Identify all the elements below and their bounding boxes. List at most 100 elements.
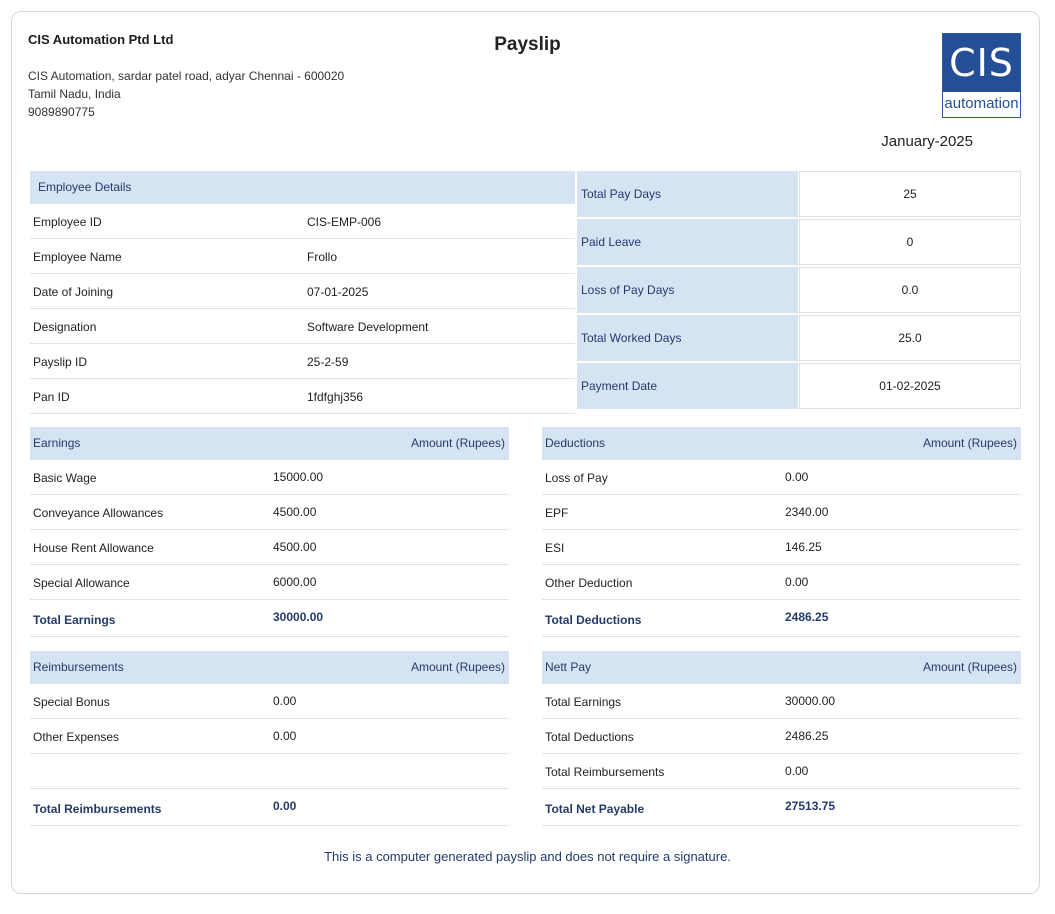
pay-days-label: Payment Date	[577, 363, 798, 409]
employee-row-label: Employee Name	[33, 250, 122, 264]
reimbursements-row-value: 0.00	[273, 729, 297, 743]
deductions-total-label: Total Deductions	[545, 613, 642, 627]
employee-row-label: Pan ID	[33, 390, 70, 404]
pay-period: January-2025	[881, 133, 973, 150]
footer-note: This is a computer generated payslip and…	[324, 849, 731, 864]
deductions-row-label: Loss of Pay	[545, 471, 608, 485]
employee-row-label: Designation	[33, 320, 97, 334]
earnings-title: Earnings	[33, 436, 81, 450]
deductions-total-value: 2486.25	[785, 610, 829, 624]
nett-pay-total-value: 27513.75	[785, 799, 836, 813]
deductions-row-value: 146.25	[785, 540, 822, 554]
employee-row-label: Employee ID	[33, 215, 102, 229]
nett-pay-row-value: 0.00	[785, 764, 809, 778]
earnings-row-value: 6000.00	[273, 575, 317, 589]
deductions-row: ESI 146.25	[542, 530, 1021, 565]
deductions-amount-header: Amount (Rupees)	[922, 436, 1017, 450]
employee-row: Pan ID 1fdfghj356	[30, 379, 575, 414]
pay-days-label: Total Pay Days	[577, 171, 798, 217]
deductions-row: Other Deduction 0.00	[542, 565, 1021, 600]
earnings-row: Conveyance Allowances 4500.00	[30, 495, 509, 530]
company-logo: CIS automation	[942, 33, 1021, 118]
deductions-row-label: Other Deduction	[545, 576, 633, 590]
earnings-row: House Rent Allowance 4500.00	[30, 530, 509, 565]
earnings-total-row: Total Earnings 30000.00	[30, 600, 509, 637]
logo-wordmark: automation	[944, 95, 1019, 112]
earnings-row-label: Special Allowance	[33, 576, 130, 590]
deductions-row: Loss of Pay 0.00	[542, 460, 1021, 495]
reimbursements-title: Reimbursements	[33, 660, 124, 674]
deductions-row-value: 2340.00	[785, 505, 829, 519]
reimbursements-row-label: Special Bonus	[33, 695, 110, 709]
earnings-row-label: House Rent Allowance	[33, 541, 154, 555]
logo-mark: CIS	[943, 34, 1020, 92]
deductions-total-row: Total Deductions 2486.25	[542, 600, 1021, 637]
pay-days-value: 25	[799, 171, 1021, 217]
reimbursements-total-row: Total Reimbursements 0.00	[30, 789, 509, 826]
deductions-row-value: 0.00	[785, 470, 809, 484]
employee-row: Date of Joining 07-01-2025	[30, 274, 575, 309]
employee-row: Employee ID CIS-EMP-006	[30, 204, 575, 239]
company-address-line1: CIS Automation, sardar patel road, adyar…	[28, 69, 345, 83]
deductions-row: EPF 2340.00	[542, 495, 1021, 530]
pay-days-label: Paid Leave	[577, 219, 798, 265]
reimbursements-total-value: 0.00	[273, 799, 297, 813]
employee-row: Payslip ID 25-2-59	[30, 344, 575, 379]
reimbursements-row-label: Other Expenses	[33, 730, 120, 744]
employee-row: Designation Software Development	[30, 309, 575, 344]
pay-days-value: 01-02-2025	[799, 363, 1021, 409]
nett-pay-row-value: 30000.00	[785, 694, 836, 708]
earnings-row: Special Allowance 6000.00	[30, 565, 509, 600]
employee-row-label: Date of Joining	[33, 285, 114, 299]
employee-details-header: Employee Details	[30, 171, 575, 204]
earnings-row-label: Conveyance Allowances	[33, 506, 164, 520]
deductions-title: Deductions	[545, 436, 606, 450]
earnings-total-value: 30000.00	[273, 610, 324, 624]
nett-pay-row-label: Total Earnings	[545, 695, 622, 709]
nett-pay-row-label: Total Reimbursements	[545, 765, 665, 779]
nett-pay-row: Total Earnings 30000.00	[542, 684, 1021, 719]
reimbursements-row: Other Expenses 0.00	[30, 719, 509, 754]
nett-pay-row: Total Reimbursements 0.00	[542, 754, 1021, 789]
pay-days-value: 25.0	[799, 315, 1021, 361]
nett-pay-total-label: Total Net Payable	[545, 802, 645, 816]
pay-days-value: 0.0	[799, 267, 1021, 313]
employee-row-value: Frollo	[307, 250, 338, 264]
deductions-header: Deductions Amount (Rupees)	[542, 427, 1021, 460]
deductions-row-label: EPF	[545, 506, 569, 520]
reimbursements-row: Special Bonus 0.00	[30, 684, 509, 719]
employee-row-value: Software Development	[307, 320, 429, 334]
reimbursements-amount-header: Amount (Rupees)	[410, 660, 505, 674]
earnings-amount-header: Amount (Rupees)	[410, 436, 505, 450]
pay-days-value: 0	[799, 219, 1021, 265]
nett-pay-row-value: 2486.25	[785, 729, 829, 743]
company-address-line2: Tamil Nadu, India	[28, 87, 121, 101]
earnings-row-value: 4500.00	[273, 540, 317, 554]
reimbursements-empty-row	[30, 754, 509, 789]
employee-row-value: 07-01-2025	[307, 285, 369, 299]
nett-pay-header: Nett Pay Amount (Rupees)	[542, 651, 1021, 684]
employee-row-label: Payslip ID	[33, 355, 88, 369]
nett-pay-title: Nett Pay	[545, 660, 592, 674]
reimbursements-row-value: 0.00	[273, 694, 297, 708]
employee-row-value: 25-2-59	[307, 355, 349, 369]
earnings-row-value: 4500.00	[273, 505, 317, 519]
pay-days-label: Loss of Pay Days	[577, 267, 798, 313]
nett-pay-row: Total Deductions 2486.25	[542, 719, 1021, 754]
page-title: Payslip	[494, 34, 561, 55]
pay-days-label: Total Worked Days	[577, 315, 798, 361]
earnings-header: Earnings Amount (Rupees)	[30, 427, 509, 460]
nett-pay-row-label: Total Deductions	[545, 730, 634, 744]
employee-row-value: 1fdfghj356	[307, 390, 364, 404]
employee-row-value: CIS-EMP-006	[307, 215, 382, 229]
company-phone: 9089890775	[28, 105, 95, 119]
earnings-total-label: Total Earnings	[33, 613, 116, 627]
deductions-row-value: 0.00	[785, 575, 809, 589]
reimbursements-total-label: Total Reimbursements	[33, 802, 162, 816]
earnings-row-value: 15000.00	[273, 470, 324, 484]
nett-pay-amount-header: Amount (Rupees)	[922, 660, 1017, 674]
employee-row: Employee Name Frollo	[30, 239, 575, 274]
earnings-row: Basic Wage 15000.00	[30, 460, 509, 495]
reimbursements-header: Reimbursements Amount (Rupees)	[30, 651, 509, 684]
deductions-row-label: ESI	[545, 541, 565, 555]
